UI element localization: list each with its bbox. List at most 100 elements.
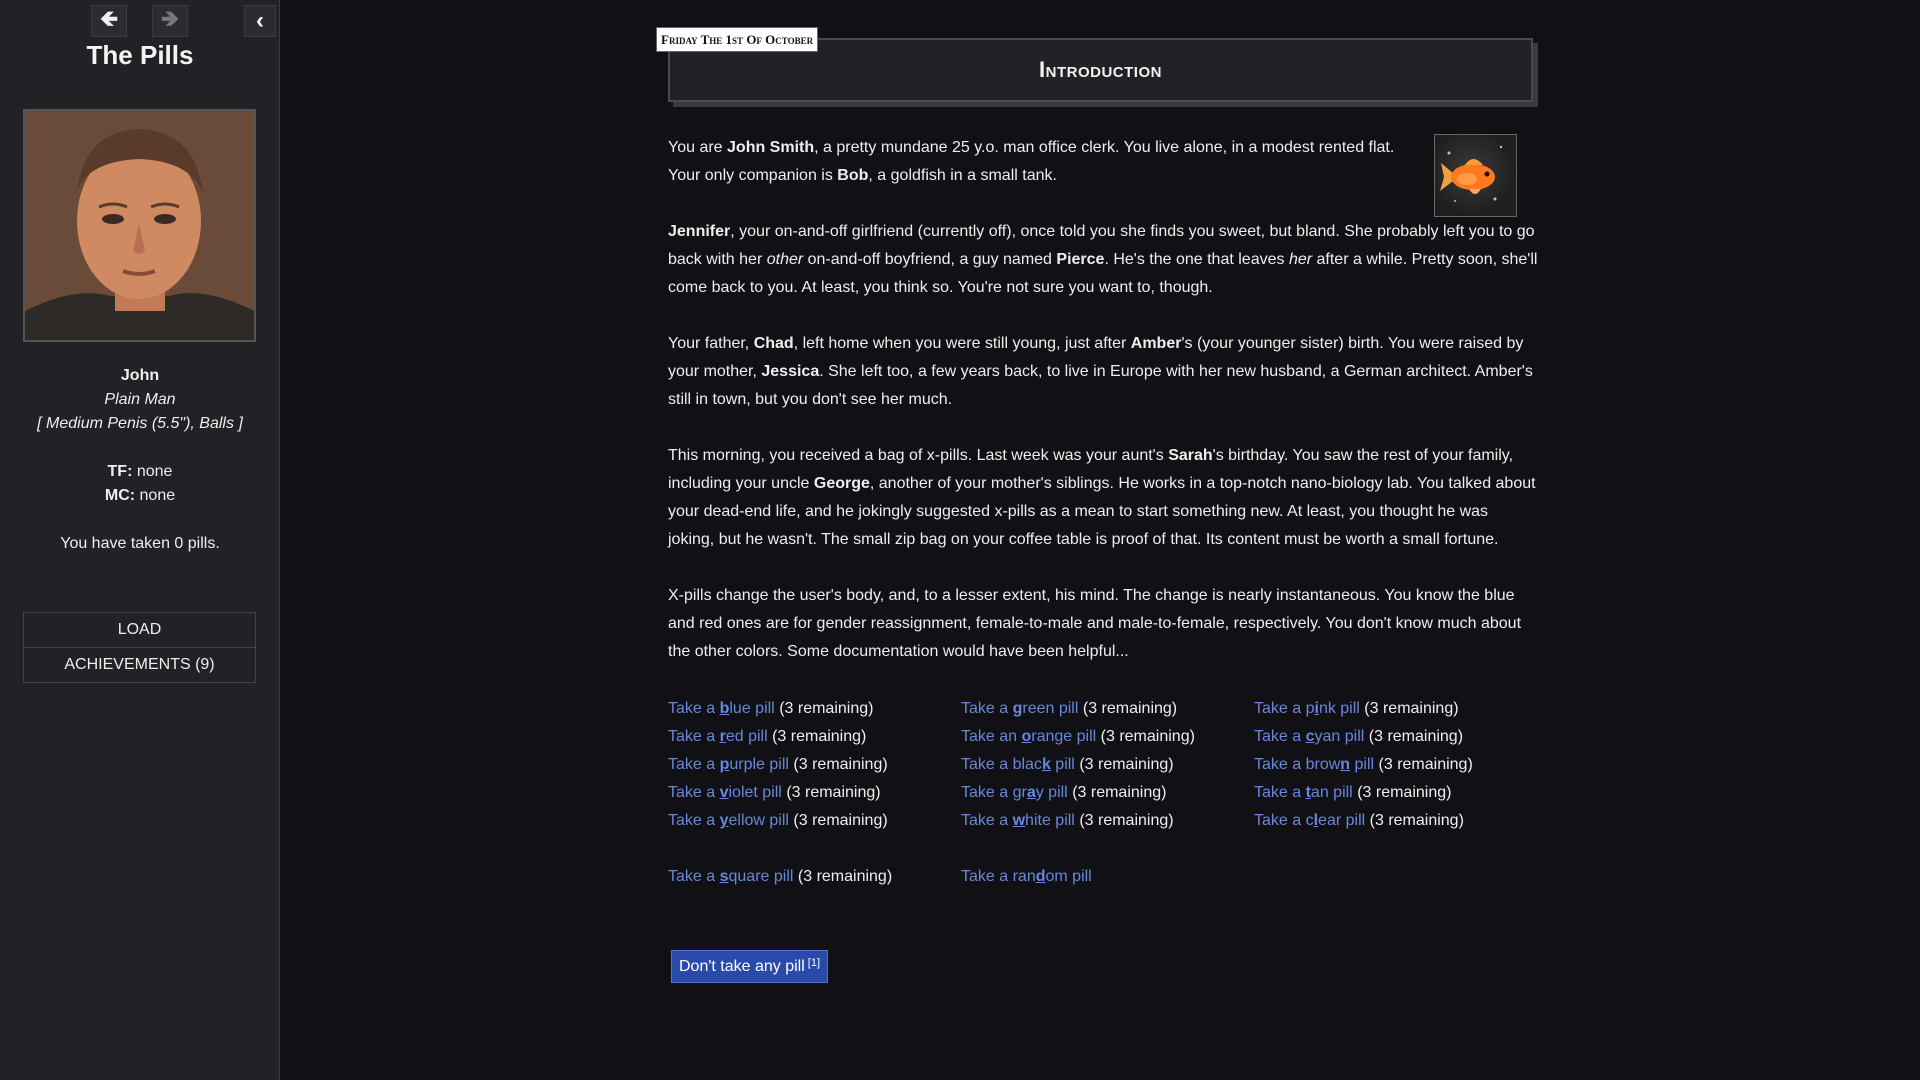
take-violet-pill-link[interactable]: Take a violet pill <box>668 784 782 801</box>
remaining-count: (3 remaining) <box>793 756 888 773</box>
hotkey-letter: g <box>1012 700 1023 717</box>
arrow-left-icon: 🡸 <box>100 6 118 31</box>
take-yellow-pill-link[interactable]: Take a yellow pill <box>668 812 789 829</box>
paragraph-4: This morning, you received a bag of x-pi… <box>668 442 1538 554</box>
character-portrait <box>23 109 256 342</box>
link-text: Take a <box>1254 728 1306 745</box>
link-text: Take a <box>668 812 720 829</box>
name-jessica: Jessica <box>761 363 820 380</box>
hotkey-letter: c <box>1305 728 1315 745</box>
paragraph-5: X-pills change the user's body, and, to … <box>668 587 1522 660</box>
link-text: urple pill <box>729 756 789 773</box>
take-cyan-pill-link[interactable]: Take a cyan pill <box>1254 728 1364 745</box>
history-forward-button[interactable]: 🡺 <box>152 5 188 37</box>
take-square-pill-link[interactable]: Take a square pill <box>668 868 793 885</box>
link-text: ed pill <box>725 728 768 745</box>
pill-column-1: Take a blue pill (3 remaining) Take a re… <box>668 695 958 835</box>
take-pink-pill-link[interactable]: Take a pink pill <box>1254 700 1360 717</box>
take-tan-pill-link[interactable]: Take a tan pill <box>1254 784 1353 801</box>
remaining-count: (3 remaining) <box>1072 784 1167 801</box>
pill-option: Take a white pill (3 remaining) <box>961 807 1251 835</box>
link-text: ear pill <box>1318 812 1366 829</box>
hotkey-letter: o <box>1021 728 1032 745</box>
tf-label: TF: <box>107 463 133 480</box>
text-emphasis: her <box>1288 251 1313 268</box>
achievements-button[interactable]: ACHIEVEMENTS (9) <box>23 647 256 683</box>
link-text: Take a <box>961 812 1013 829</box>
dont-take-pill-button[interactable]: Don't take any pill [1] <box>671 950 829 983</box>
pill-option: Take a pink pill (3 remaining) <box>1254 695 1544 723</box>
name-chad: Chad <box>753 335 794 352</box>
pill-option: Take a gray pill (3 remaining) <box>961 779 1251 807</box>
pill-option: Take a blue pill (3 remaining) <box>668 695 958 723</box>
name-sarah: Sarah <box>1168 447 1213 464</box>
take-blue-pill-link[interactable]: Take a blue pill <box>668 700 775 717</box>
history-back-button[interactable]: 🡸 <box>91 5 127 37</box>
take-random-pill-link[interactable]: Take a random pill <box>961 868 1092 885</box>
pill-column-2: Take a green pill (3 remaining) Take an … <box>961 695 1251 835</box>
take-green-pill-link[interactable]: Take a green pill <box>961 700 1078 717</box>
name-pierce: Pierce <box>1056 251 1105 268</box>
character-type: Plain Man <box>104 391 176 408</box>
tf-value: none <box>136 463 173 480</box>
pills-taken-text: You have taken 0 pills. <box>60 535 220 552</box>
story-title: The Pills <box>86 40 194 70</box>
name-george: George <box>813 475 870 492</box>
hotkey-letter: v <box>719 784 729 801</box>
hotkey-letter: s <box>719 868 729 885</box>
take-red-pill-link[interactable]: Take a red pill <box>668 728 768 745</box>
link-text: Take an <box>961 728 1022 745</box>
pill-option: Take a green pill (3 remaining) <box>961 695 1251 723</box>
take-white-pill-link[interactable]: Take a white pill <box>961 812 1075 829</box>
character-attributes: [ Medium Penis (5.5"), Balls ] <box>37 415 243 432</box>
hotkey-letter: n <box>1340 756 1351 773</box>
link-text: Take a <box>668 756 720 773</box>
pill-option: Take a violet pill (3 remaining) <box>668 779 958 807</box>
hotkey-letter: d <box>1035 868 1046 885</box>
pill-column-3: Take a pink pill (3 remaining) Take a cy… <box>1254 695 1544 835</box>
link-text: Take a <box>961 700 1013 717</box>
remaining-count: (3 remaining) <box>1378 756 1473 773</box>
link-text: pill <box>1350 756 1375 773</box>
date-label: Friday The 1st Of October <box>656 27 819 52</box>
link-text: Take a c <box>1254 812 1314 829</box>
hotkey-letter: y <box>719 812 729 829</box>
link-text: Take a <box>668 784 720 801</box>
pill-option: Take an orange pill (3 remaining) <box>961 723 1251 751</box>
take-purple-pill-link[interactable]: Take a purple pill <box>668 756 789 773</box>
link-text: an pill <box>1310 784 1353 801</box>
remaining-count: (3 remaining) <box>1082 700 1178 717</box>
pill-option: Take a clear pill (3 remaining) <box>1254 807 1544 835</box>
name-amber: Amber <box>1130 335 1182 352</box>
hotkey-letter: p <box>719 756 730 773</box>
hotkey-letter: w <box>1012 812 1026 829</box>
remaining-count: (3 remaining) <box>793 812 888 829</box>
link-text: Take a gr <box>961 784 1027 801</box>
hotkey-letter: a <box>1026 784 1036 801</box>
take-black-pill-link[interactable]: Take a black pill <box>961 756 1075 773</box>
take-clear-pill-link[interactable]: Take a clear pill <box>1254 812 1365 829</box>
portrait-face-image <box>25 111 254 340</box>
load-button[interactable]: LOAD <box>23 612 256 648</box>
chevron-left-icon: ‹ <box>256 7 264 34</box>
name-john-smith: John Smith <box>727 139 815 156</box>
sidebar-toggle-button[interactable]: ‹ <box>244 5 276 37</box>
remaining-count: (3 remaining) <box>1100 728 1195 745</box>
remaining-count: (3 remaining) <box>779 700 874 717</box>
story-text: You are John Smith, a pretty mundane 25 … <box>668 134 1538 694</box>
link-text: ellow pill <box>728 812 789 829</box>
take-gray-pill-link[interactable]: Take a gray pill <box>961 784 1068 801</box>
text-segment: You are <box>668 139 728 156</box>
take-brown-pill-link[interactable]: Take a brown pill <box>1254 756 1374 773</box>
pill-option: Take a random pill <box>961 863 1092 891</box>
paragraph-2: Jennifer, your on-and-off girlfriend (cu… <box>668 218 1538 302</box>
link-text: hite pill <box>1025 812 1075 829</box>
take-orange-pill-link[interactable]: Take an orange pill <box>961 728 1096 745</box>
heading-text: Introduction <box>1039 57 1162 82</box>
link-text: Take a <box>668 868 720 885</box>
link-text: lue pill <box>729 700 775 717</box>
button-label: Don't take any pill <box>679 957 805 975</box>
remaining-count: (3 remaining) <box>1369 812 1464 829</box>
remaining-count: (3 remaining) <box>1357 784 1452 801</box>
tf-status: TF: none <box>0 460 280 484</box>
